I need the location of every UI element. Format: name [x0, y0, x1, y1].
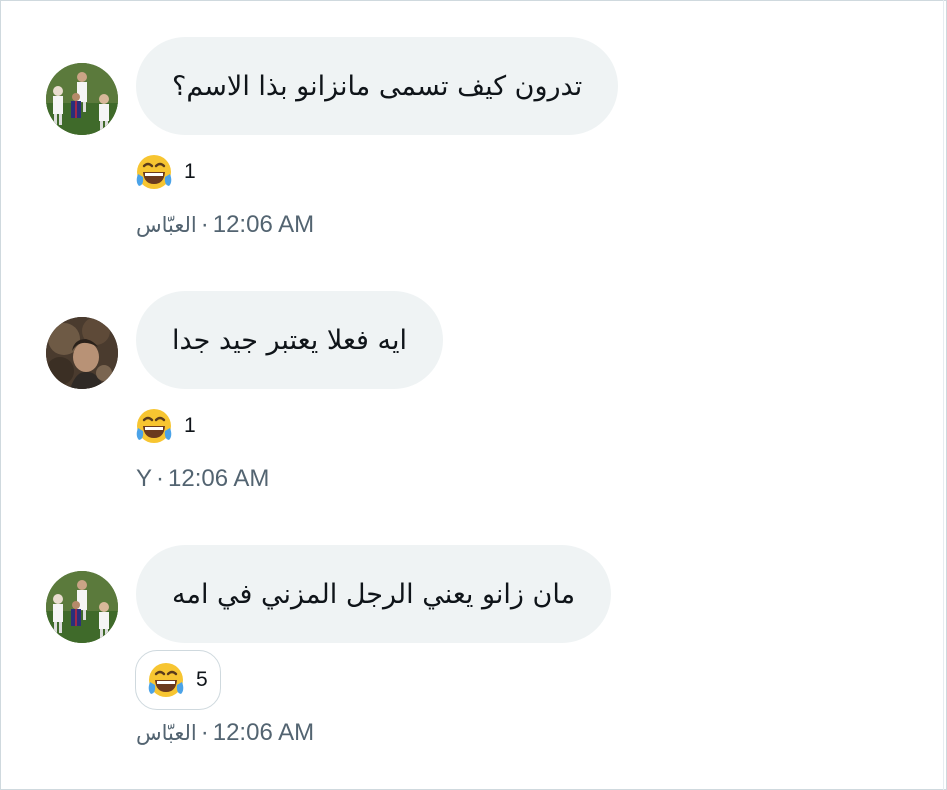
timestamp: 12:06 AM — [212, 719, 315, 746]
timestamp: 12:06 AM — [168, 465, 270, 492]
reaction-count: 5 — [196, 668, 208, 691]
reaction-badge[interactable]: 5 — [135, 650, 221, 710]
separator: · — [200, 719, 209, 746]
avatar[interactable] — [46, 317, 118, 389]
separator: · — [156, 465, 165, 492]
avatar[interactable] — [46, 571, 118, 643]
reaction-count: 1 — [184, 414, 196, 437]
message-meta: Y · 12:06 AM — [136, 464, 269, 494]
football-players-avatar-image — [46, 571, 118, 643]
sender-name: العبّاس — [136, 213, 197, 237]
sender-name: Y — [136, 465, 153, 492]
separator: · — [200, 211, 209, 238]
message-meta: العبّاس · 12:06 AM — [136, 210, 314, 240]
message-text: ايه فعلا يعتبر جيد جدا — [172, 324, 407, 356]
person-photo-avatar-image — [46, 317, 118, 389]
message-item: مان زانو يعني الرجل المزني في امه 5 العب… — [0, 0, 947, 746]
reaction-badge[interactable]: 1 — [134, 404, 196, 448]
message-bubble[interactable]: مان زانو يعني الرجل المزني في امه — [136, 545, 612, 643]
message-meta: العبّاس · 12:06 AM — [136, 718, 314, 748]
face-with-tears-of-joy-icon — [136, 409, 172, 443]
timestamp: 12:06 AM — [212, 211, 315, 238]
face-with-tears-of-joy-icon — [148, 663, 184, 697]
message-bubble[interactable]: ايه فعلا يعتبر جيد جدا — [136, 291, 443, 389]
message-text: مان زانو يعني الرجل المزني في امه — [172, 578, 576, 610]
sender-name: العبّاس — [136, 721, 197, 745]
